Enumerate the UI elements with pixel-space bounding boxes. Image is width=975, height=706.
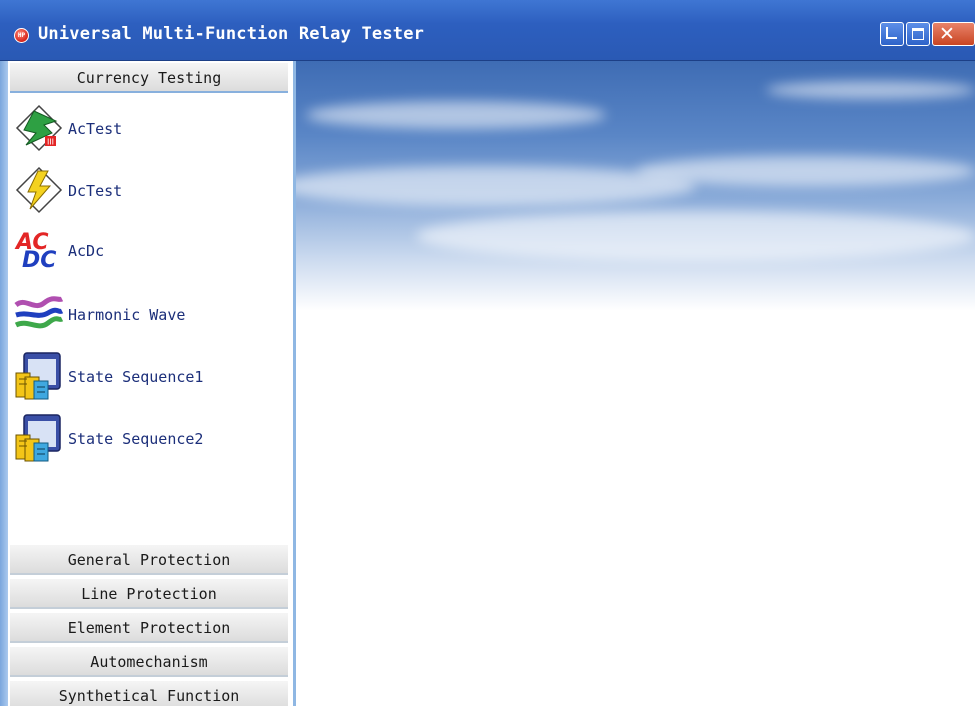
group-synthetical-function[interactable]: Synthetical Function bbox=[10, 681, 288, 706]
tool-item-actest[interactable]: III AcTest bbox=[14, 103, 284, 153]
tool-label: AcTest bbox=[68, 120, 123, 138]
tool-item-dctest[interactable]: DcTest bbox=[14, 165, 284, 215]
tool-item-acdc[interactable]: AC DC AcDc bbox=[14, 225, 284, 275]
harmonic-wave-icon bbox=[14, 296, 64, 329]
tool-item-harmonic-wave[interactable]: Harmonic Wave bbox=[14, 289, 284, 339]
maximize-button[interactable] bbox=[906, 22, 930, 46]
svg-text:III: III bbox=[47, 138, 54, 147]
tool-label: Harmonic Wave bbox=[68, 306, 186, 324]
sidebar: Currency Testing III AcTest DcTest AC DC bbox=[0, 61, 296, 706]
app-logo-icon: HP bbox=[14, 28, 29, 43]
state-sequence-icon bbox=[15, 414, 61, 462]
tool-label: State Sequence1 bbox=[68, 368, 204, 386]
title-bar[interactable]: HP Universal Multi-Function Relay Tester… bbox=[0, 0, 975, 61]
tool-item-state-sequence1[interactable]: State Sequence1 bbox=[14, 351, 284, 401]
svg-text:DC: DC bbox=[22, 248, 56, 273]
close-icon: ✕ bbox=[939, 23, 955, 45]
actest-icon: III bbox=[15, 104, 63, 152]
window-title: Universal Multi-Function Relay Tester bbox=[38, 24, 425, 44]
state-sequence-icon bbox=[15, 352, 61, 400]
group-element-protection[interactable]: Element Protection bbox=[10, 613, 288, 643]
group-currency-testing[interactable]: Currency Testing bbox=[10, 63, 288, 93]
group-general-protection[interactable]: General Protection bbox=[10, 545, 288, 575]
workspace bbox=[296, 61, 975, 706]
tool-label: State Sequence2 bbox=[68, 430, 204, 448]
main-window: HP Universal Multi-Function Relay Tester… bbox=[0, 0, 975, 706]
minimize-button[interactable] bbox=[880, 22, 904, 46]
sky-banner-image bbox=[296, 61, 975, 311]
dctest-icon bbox=[15, 166, 63, 214]
close-button[interactable]: ✕ bbox=[932, 22, 975, 46]
tool-item-state-sequence2[interactable]: State Sequence2 bbox=[14, 413, 284, 463]
group-automechanism[interactable]: Automechanism bbox=[10, 647, 288, 677]
acdc-icon: AC DC bbox=[14, 230, 56, 273]
tool-label: DcTest bbox=[68, 182, 123, 200]
group-line-protection[interactable]: Line Protection bbox=[10, 579, 288, 609]
tool-label: AcDc bbox=[68, 242, 105, 260]
